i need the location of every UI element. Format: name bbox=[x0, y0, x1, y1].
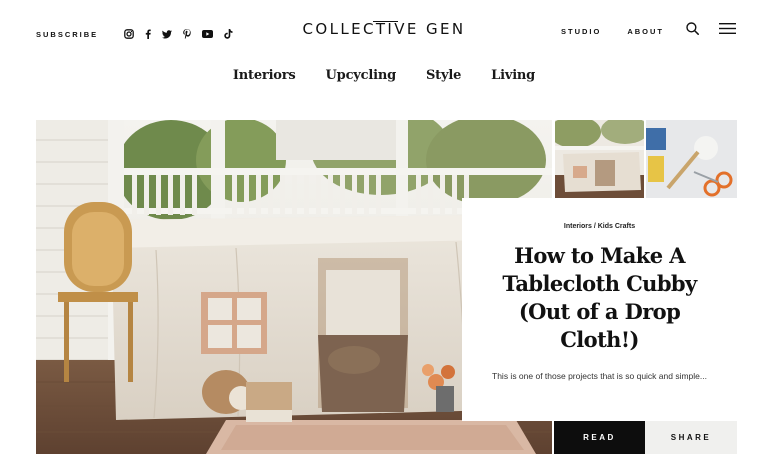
menu-icon[interactable] bbox=[719, 22, 736, 40]
header-right: STUDIO ABOUT bbox=[561, 22, 736, 40]
category-interiors[interactable]: Interiors bbox=[233, 68, 296, 83]
nav-about[interactable]: ABOUT bbox=[627, 27, 664, 36]
category-style[interactable]: Style bbox=[426, 68, 461, 83]
read-button[interactable]: READ bbox=[554, 421, 645, 454]
post-excerpt: This is one of those projects that is so… bbox=[492, 371, 707, 381]
category-upcycling[interactable]: Upcycling bbox=[326, 68, 397, 83]
nav-studio[interactable]: STUDIO bbox=[561, 27, 601, 36]
share-button[interactable]: SHARE bbox=[645, 421, 737, 454]
feature-card: Interiors / Kids Crafts How to Make A Ta… bbox=[462, 198, 737, 421]
logo-underline bbox=[373, 21, 398, 23]
category-link[interactable]: Interiors bbox=[564, 223, 592, 230]
thumbnail-cubby[interactable] bbox=[555, 120, 644, 198]
category-nav: Interiors Upcycling Style Living bbox=[0, 68, 768, 83]
post-categories: Interiors / Kids Crafts bbox=[462, 223, 737, 230]
thumbnail-craft-supplies[interactable] bbox=[646, 120, 737, 198]
post-title[interactable]: How to Make A Tablecloth Cubby (Out of a… bbox=[484, 242, 715, 354]
logo-text[interactable]: COLLECTIVE GEN bbox=[303, 20, 466, 38]
search-icon[interactable] bbox=[686, 22, 699, 40]
category-living[interactable]: Living bbox=[491, 68, 535, 83]
subcategory-link[interactable]: Kids Crafts bbox=[598, 223, 635, 230]
